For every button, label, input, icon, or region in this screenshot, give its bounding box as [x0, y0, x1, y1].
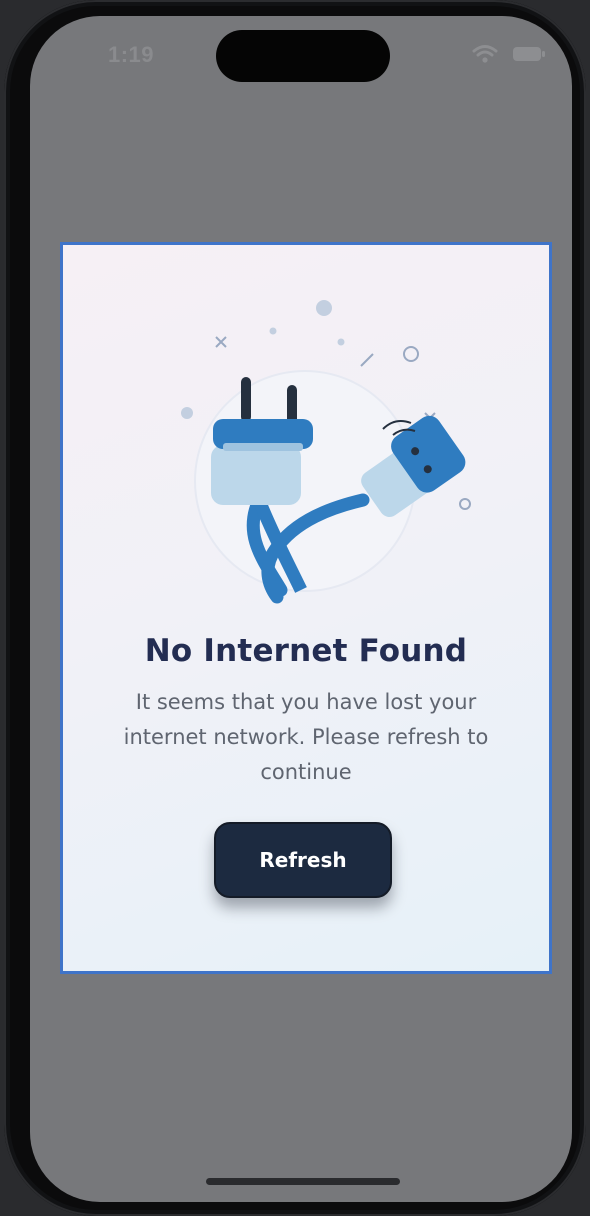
dialog-message: It seems that you have lost your interne…	[123, 690, 489, 784]
screen: 1:19 No Internet Found It seems that you…	[30, 16, 572, 1202]
dynamic-island	[216, 30, 390, 82]
battery-icon	[512, 45, 546, 63]
home-indicator[interactable]	[206, 1178, 400, 1185]
phone-frame: 1:19 No Internet Found It seems that you…	[4, 0, 586, 1216]
status-time: 1:19	[108, 42, 155, 67]
wifi-icon	[472, 44, 498, 64]
status-icons	[472, 44, 546, 64]
refresh-button[interactable]: Refresh	[214, 822, 392, 898]
dialog-title: No Internet Found	[144, 633, 468, 669]
no-internet-dialog: No Internet Found It seems that you have…	[60, 242, 552, 974]
unplugged-cable-icon	[63, 245, 549, 625]
